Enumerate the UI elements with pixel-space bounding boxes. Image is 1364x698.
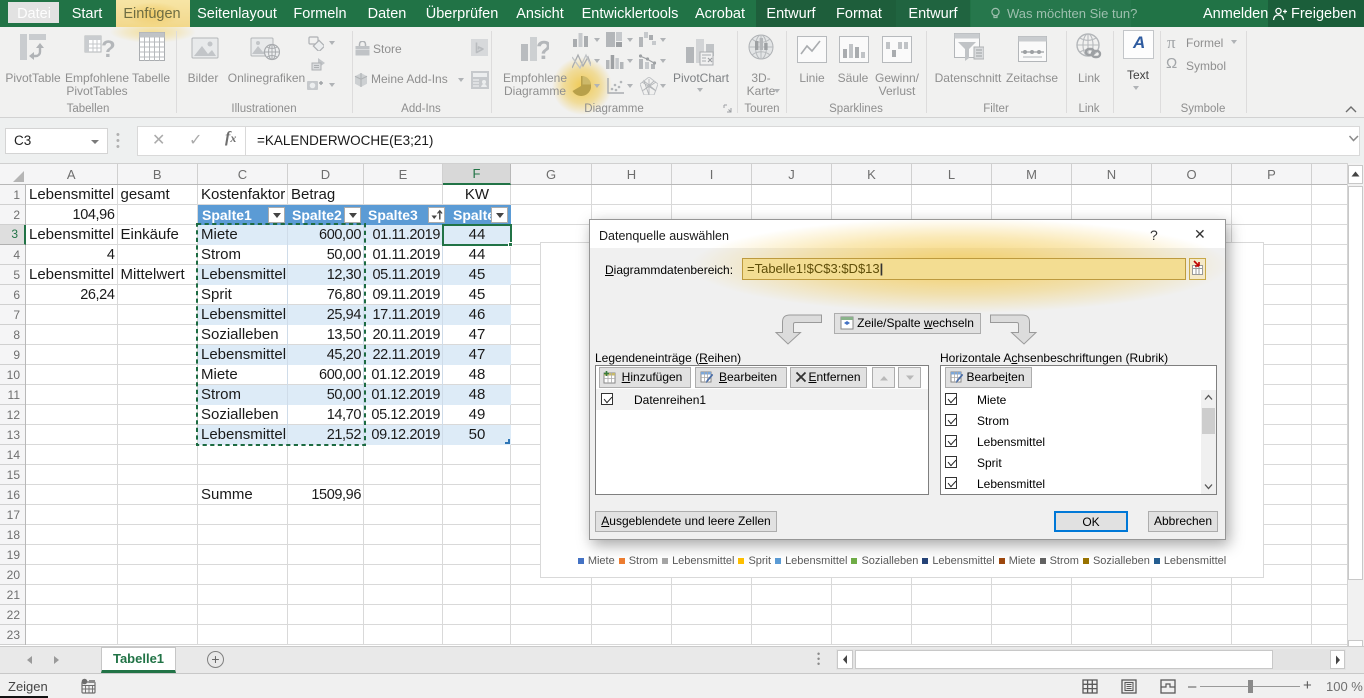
svg-text:?: ? [536,35,549,62]
svg-text:?: ? [101,36,116,61]
